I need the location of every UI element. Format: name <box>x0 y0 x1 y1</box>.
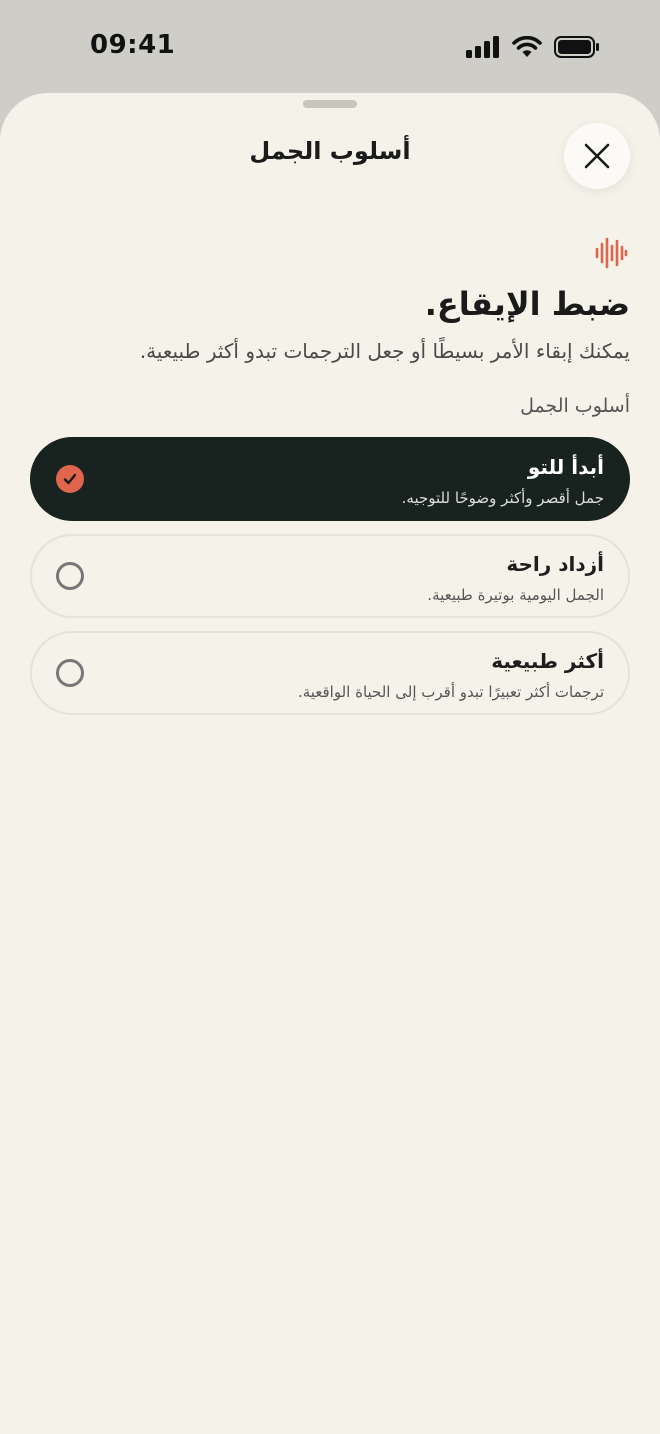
option-title: أزداد راحة <box>506 552 604 576</box>
radio-unchecked-icon[interactable] <box>56 562 84 590</box>
battery-icon <box>554 36 599 58</box>
wifi-icon <box>512 36 542 57</box>
option-just-starting[interactable]: أبدأ للتو جمل أقصر وأكثر وضوحًا للتوجيه. <box>30 437 630 521</box>
sheet-grabber[interactable] <box>303 100 357 108</box>
bottom-sheet: أسلوب الجمل ضبط الإيقاع. يمكنك إبقاء الأ… <box>0 93 660 1434</box>
section-label: أسلوب الجمل <box>520 395 630 417</box>
option-title: أكثر طبيعية <box>491 649 604 673</box>
close-button[interactable] <box>564 123 630 189</box>
option-title: أبدأ للتو <box>527 455 604 479</box>
sheet-title: أسلوب الجمل <box>249 137 411 165</box>
radio-unchecked-icon[interactable] <box>56 659 84 687</box>
status-bar: 09:41 <box>0 0 660 96</box>
option-description: الجمل اليومية بوتيرة طبيعية. <box>427 586 604 604</box>
checkmark-icon <box>63 473 77 485</box>
close-icon <box>584 143 610 169</box>
option-description: جمل أقصر وأكثر وضوحًا للتوجيه. <box>401 489 604 507</box>
signal-icon <box>466 36 499 58</box>
radio-checked-icon[interactable] <box>56 465 84 493</box>
option-description: ترجمات أكثر تعبيرًا تبدو أقرب إلى الحياة… <box>297 683 604 701</box>
status-time: 09:41 <box>90 30 176 60</box>
option-more-natural[interactable]: أكثر طبيعية ترجمات أكثر تعبيرًا تبدو أقر… <box>30 631 630 715</box>
page-heading: ضبط الإيقاع. <box>424 285 630 323</box>
sound-wave-icon <box>595 237 628 269</box>
option-getting-comfortable[interactable]: أزداد راحة الجمل اليومية بوتيرة طبيعية. <box>30 534 630 618</box>
status-icons <box>466 36 600 58</box>
page-subtitle: يمكنك إبقاء الأمر بسيطًا أو جعل الترجمات… <box>139 339 630 363</box>
